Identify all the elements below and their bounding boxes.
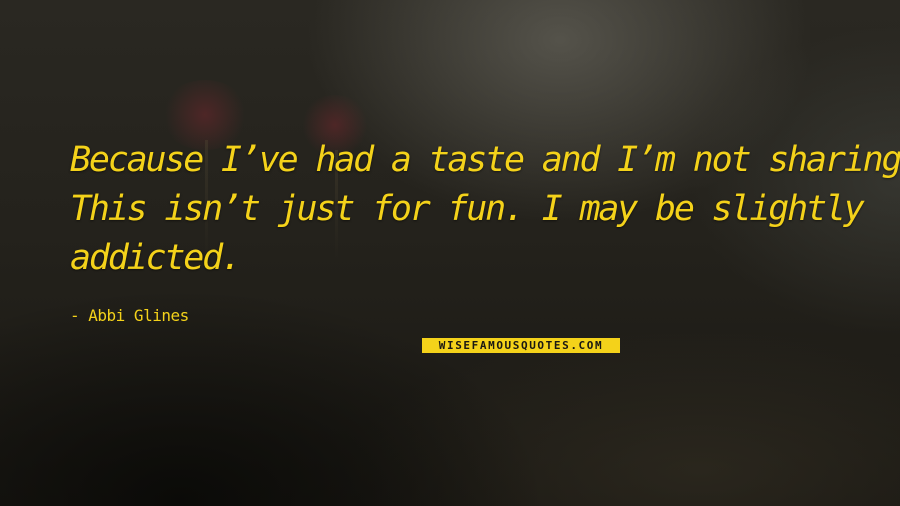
site-watermark: WISEFAMOUSQUOTES.COM xyxy=(422,338,620,353)
quote-line: Because I’ve had a taste and I’m not sha… xyxy=(70,140,900,180)
quote-line: This isn’t just for fun. I may be slight… xyxy=(70,189,865,229)
quote-line: addicted. xyxy=(70,238,242,278)
quote-text: Because I’ve had a taste and I’m not sha… xyxy=(70,136,900,283)
quote-author: - Abbi Glines xyxy=(70,306,189,325)
